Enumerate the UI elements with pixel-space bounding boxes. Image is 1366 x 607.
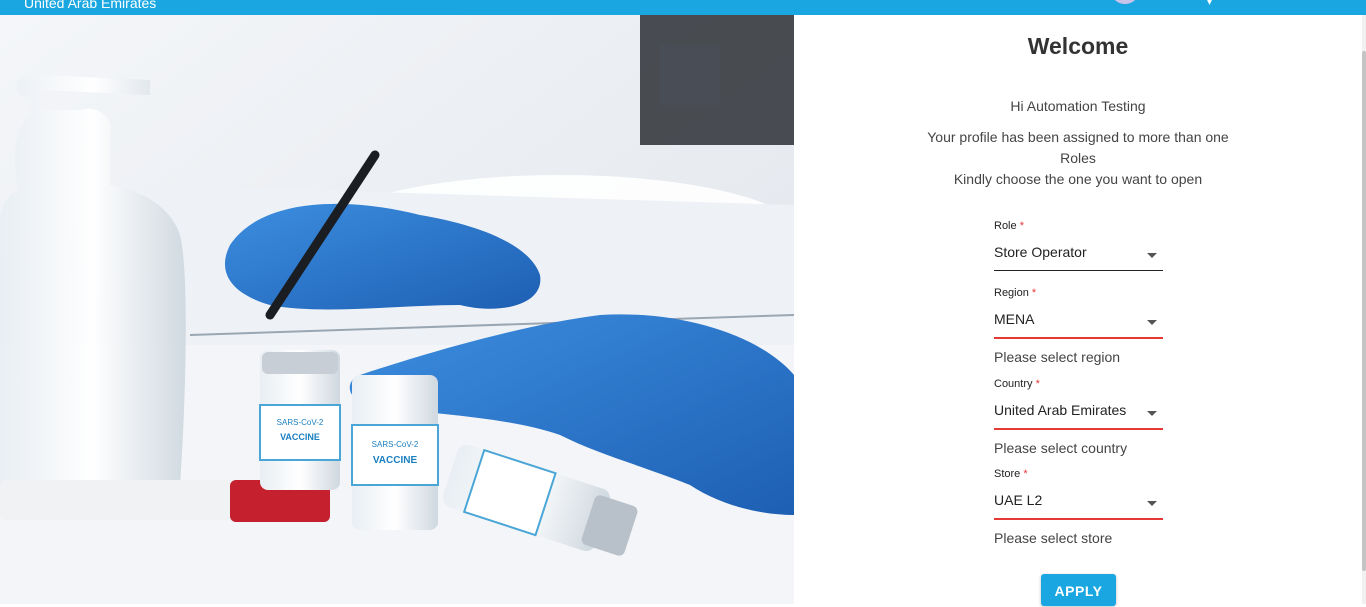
country-error: Please select country [994, 440, 1128, 456]
info-line-3: Kindly choose the one you want to open [953, 171, 1203, 187]
scrollbar[interactable] [1362, 15, 1366, 604]
region-label: Region [994, 287, 1029, 299]
avatar[interactable] [1110, 0, 1140, 4]
region-select[interactable]: MENA [994, 307, 1163, 339]
country-label: Country [994, 378, 1033, 390]
store-label: Store [994, 468, 1021, 480]
role-select[interactable]: Store Operator [994, 240, 1163, 271]
dropdown-arrow-icon[interactable] [1147, 411, 1157, 416]
store-select[interactable]: UAE L2 [994, 488, 1163, 520]
role-field: Role * Store Operator [994, 220, 1163, 271]
role-label: Role [994, 220, 1017, 232]
role-value: Store Operator [994, 244, 1087, 260]
dropdown-arrow-icon[interactable] [1147, 501, 1157, 506]
vial-label-top: SARS-CoV-2 [277, 418, 324, 427]
vial-label-main: VACCINE [280, 432, 320, 442]
chevron-down-icon[interactable]: ▾ [1207, 0, 1212, 8]
dropdown-arrow-icon[interactable] [1147, 320, 1157, 325]
location-label[interactable]: United Arab Emirates [24, 0, 156, 11]
store-field: Store * UAE L2 Please select store [994, 468, 1163, 546]
info-line-2: Roles [1060, 150, 1096, 166]
info-line-1: Your profile has been assigned to more t… [927, 129, 1229, 145]
page-title: Welcome [1027, 33, 1129, 59]
store-error: Please select store [994, 530, 1113, 546]
region-field: Region * MENA Please select region [994, 287, 1163, 365]
greeting-text: Hi Automation Testing [1010, 98, 1146, 114]
role-selection-panel: Welcome Hi Automation Testing Your profi… [794, 15, 1362, 606]
apply-button[interactable]: APPLY [1041, 574, 1116, 606]
required-mark: * [1023, 468, 1028, 480]
country-value: United Arab Emirates [994, 402, 1127, 418]
vaccine-photo: SARS-CoV-2 VACCINE SARS-CoV-2 VACCINE [0, 15, 794, 604]
top-bar: United Arab Emirates ▾ [0, 0, 1366, 15]
scrollbar-thumb[interactable] [1362, 51, 1366, 571]
required-mark: * [1031, 287, 1037, 299]
vial-label-top-2: SARS-CoV-2 [372, 440, 419, 449]
dropdown-arrow-icon[interactable] [1147, 253, 1157, 258]
region-value: MENA [994, 311, 1035, 327]
store-value: UAE L2 [994, 492, 1043, 508]
hero-image: SARS-CoV-2 VACCINE SARS-CoV-2 VACCINE [0, 15, 794, 604]
required-mark: * [1019, 220, 1024, 232]
country-select[interactable]: United Arab Emirates [994, 398, 1163, 430]
required-mark: * [1035, 378, 1040, 390]
country-field: Country * United Arab Emirates Please se… [994, 378, 1163, 456]
region-error: Please select region [994, 349, 1121, 365]
vial-label-main-2: VACCINE [373, 455, 418, 466]
